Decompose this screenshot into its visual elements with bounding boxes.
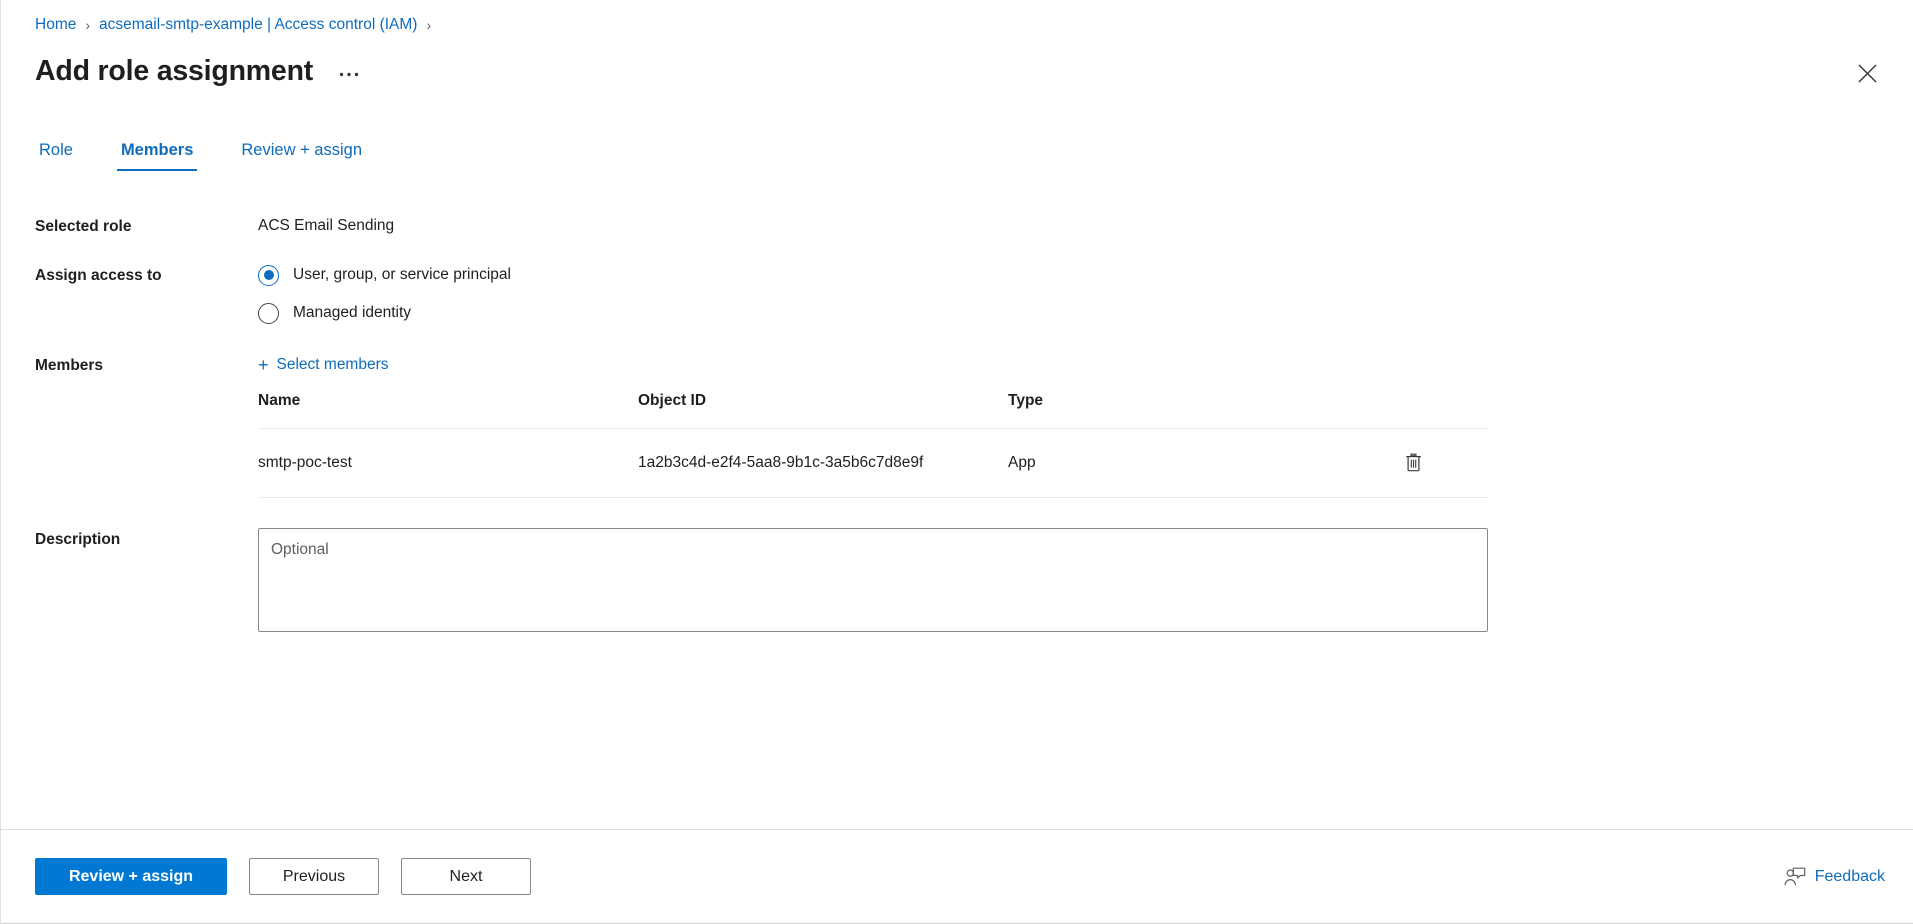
- radio-managed-identity-label: Managed identity: [293, 304, 412, 321]
- column-header-type: Type: [1008, 390, 1388, 429]
- select-members-label: Select members: [276, 356, 389, 373]
- members-table-head: Name Object ID Type: [258, 390, 1488, 429]
- members-label: Members: [35, 357, 104, 374]
- cell-member-actions: [1388, 428, 1488, 498]
- radio-selected-icon: [258, 264, 279, 286]
- radio-user-group-service-principal-label: User, group, or service principal: [293, 266, 511, 283]
- cell-member-object-id: 1a2b3c4d-e2f4-5aa8-9b1c-3a5b6c7d8e9f: [638, 428, 1008, 498]
- radio-user-group-service-principal[interactable]: User, group, or service principal: [258, 264, 1758, 286]
- breadcrumb-item-access-control[interactable]: acsemail-smtp-example | Access control (…: [99, 15, 417, 35]
- column-header-name: Name: [258, 390, 638, 429]
- cell-member-type: App: [1008, 428, 1388, 498]
- breadcrumb-separator-icon: ›: [85, 17, 91, 33]
- selected-role-row: Selected role ACS Email Sending: [35, 215, 1913, 238]
- trash-icon: [1405, 453, 1421, 471]
- assign-access-to-field: User, group, or service principal Manage…: [258, 264, 1758, 324]
- remove-member-button[interactable]: [1398, 447, 1428, 477]
- members-table-field: Name Object ID Type smtp-poc-test 1a2b3c…: [258, 388, 1758, 498]
- breadcrumb: Home › acsemail-smtp-example | Access co…: [35, 14, 1913, 36]
- blade-header: Home › acsemail-smtp-example | Access co…: [1, 0, 1913, 93]
- plus-icon: +: [258, 355, 269, 375]
- breadcrumb-item-home[interactable]: Home: [35, 15, 76, 35]
- breadcrumb-separator-icon-2: ›: [426, 17, 432, 33]
- tab-members[interactable]: Members: [116, 139, 198, 171]
- radio-unselected-icon: [258, 302, 279, 324]
- selected-role-value: ACS Email Sending: [258, 217, 395, 234]
- previous-button[interactable]: Previous: [249, 858, 379, 895]
- assign-access-to-label: Assign access to: [35, 267, 162, 284]
- members-table: Name Object ID Type smtp-poc-test 1a2b3c…: [258, 390, 1488, 498]
- description-label: Description: [35, 530, 121, 548]
- tab-role[interactable]: Role: [35, 139, 77, 171]
- title-row: Add role assignment: [35, 49, 1913, 93]
- feedback-button[interactable]: Feedback: [1784, 867, 1885, 887]
- description-input[interactable]: [258, 527, 1488, 632]
- members-field: + Select members: [258, 354, 1758, 378]
- members-row: Members + Select members: [35, 354, 1913, 378]
- assign-access-to-row: Assign access to User, group, or service…: [35, 264, 1913, 324]
- members-table-header-row: Name Object ID Type: [258, 390, 1488, 429]
- cell-member-name: smtp-poc-test: [258, 428, 638, 498]
- table-row: smtp-poc-test 1a2b3c4d-e2f4-5aa8-9b1c-3a…: [258, 428, 1488, 498]
- next-button[interactable]: Next: [401, 858, 531, 895]
- assign-access-radio-group: User, group, or service principal Manage…: [258, 264, 1758, 324]
- tab-review-assign[interactable]: Review + assign: [237, 139, 366, 171]
- select-members-button[interactable]: + Select members: [258, 354, 389, 376]
- add-role-assignment-blade: Home › acsemail-smtp-example | Access co…: [0, 0, 1913, 924]
- close-icon: [1857, 63, 1877, 83]
- description-field: [258, 527, 1758, 639]
- description-row: Description: [35, 527, 1913, 639]
- members-table-body: smtp-poc-test 1a2b3c4d-e2f4-5aa8-9b1c-3a…: [258, 428, 1488, 498]
- selected-role-label: Selected role: [35, 218, 132, 235]
- column-header-object-id: Object ID: [638, 390, 1008, 429]
- feedback-label: Feedback: [1814, 867, 1885, 885]
- blade-content: Selected role ACS Email Sending Assign a…: [1, 171, 1913, 829]
- more-commands-button[interactable]: [333, 59, 365, 89]
- members-table-spacer: [35, 388, 258, 389]
- radio-managed-identity[interactable]: Managed identity: [258, 302, 1758, 324]
- members-table-row: Name Object ID Type smtp-poc-test 1a2b3c…: [35, 388, 1913, 498]
- page-title: Add role assignment: [35, 55, 314, 87]
- column-header-actions: [1388, 390, 1488, 429]
- close-blade-button[interactable]: [1849, 55, 1885, 91]
- wizard-tabs: Role Members Review + assign: [35, 131, 1913, 171]
- blade-footer: Review + assign Previous Next Feedback: [1, 829, 1913, 923]
- feedback-person-icon: [1784, 867, 1806, 887]
- ellipsis-icon: [339, 72, 359, 76]
- review-assign-button[interactable]: Review + assign: [35, 858, 227, 895]
